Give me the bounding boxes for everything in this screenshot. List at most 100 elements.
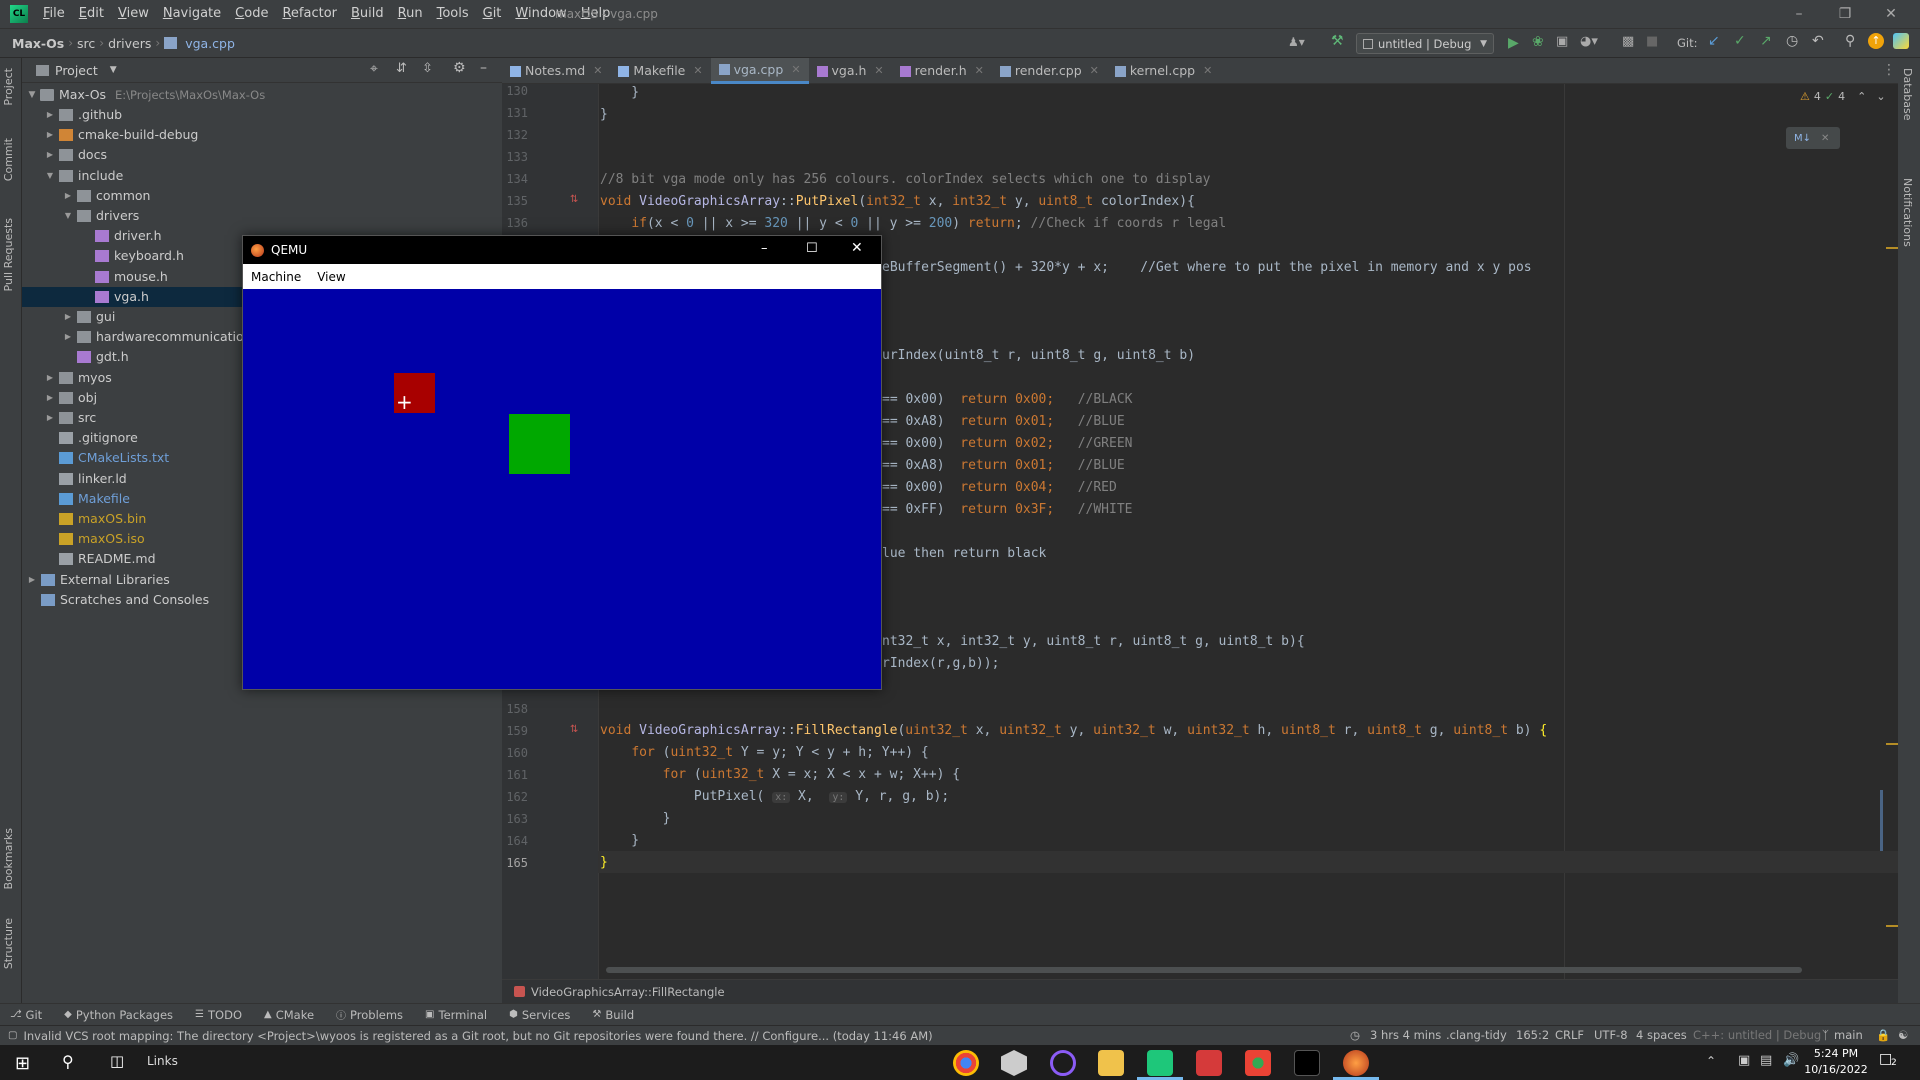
restore-button[interactable]: ❐ bbox=[1822, 0, 1868, 28]
clock-time[interactable]: 5:24 PM bbox=[1806, 1047, 1866, 1060]
git-push-icon[interactable]: ↗ bbox=[1760, 33, 1772, 49]
status-toggle-icon[interactable]: ▢ bbox=[8, 1030, 17, 1041]
status-message[interactable]: Invalid VCS root mapping: The directory … bbox=[23, 1029, 932, 1043]
file-encoding[interactable]: UTF-8 bbox=[1594, 1028, 1628, 1042]
chrome-profile-app-icon[interactable] bbox=[1245, 1050, 1271, 1076]
menu-edit[interactable]: Edit bbox=[72, 0, 111, 28]
terminal-app-icon[interactable] bbox=[1294, 1050, 1320, 1076]
qemu-app-icon[interactable] bbox=[1343, 1050, 1369, 1076]
tab-vga-h[interactable]: vga.h ✕ bbox=[809, 58, 892, 84]
tool-window-python-packages[interactable]: ◆ Python Packages bbox=[54, 1008, 185, 1022]
tree-item[interactable]: ▶ cmake-build-debug bbox=[22, 125, 502, 145]
cortana-app-icon[interactable] bbox=[1050, 1050, 1076, 1076]
chevron-right-icon[interactable]: ▶ bbox=[44, 105, 56, 125]
plugin-icon[interactable] bbox=[1893, 33, 1909, 49]
tree-root[interactable]: ▼ Max-Os E:\Projects\MaxOs\Max-Os bbox=[22, 85, 502, 105]
chevron-right-icon[interactable]: ▶ bbox=[62, 327, 74, 347]
menu-git[interactable]: Git bbox=[476, 0, 509, 28]
tab-vga-cpp[interactable]: vga.cpp ✕ bbox=[710, 57, 809, 84]
current-function[interactable]: VideoGraphicsArray::FillRectangle bbox=[531, 985, 725, 999]
close-tab-icon[interactable]: ✕ bbox=[693, 58, 702, 84]
inspection-widget[interactable]: ⚠ 4 ✓ 4 ⌃ ⌄ bbox=[1800, 90, 1886, 103]
hide-panel-icon[interactable]: – bbox=[480, 60, 487, 76]
inspector-icon[interactable]: ☯ bbox=[1898, 1028, 1908, 1042]
locate-icon[interactable]: ⌖ bbox=[370, 61, 378, 77]
close-tab-icon[interactable]: ✕ bbox=[1203, 58, 1212, 84]
menu-navigate[interactable]: Navigate bbox=[156, 0, 228, 28]
chevron-right-icon[interactable]: ▶ bbox=[44, 368, 56, 388]
tab-kernel-cpp[interactable]: kernel.cpp ✕ bbox=[1107, 58, 1220, 84]
tool-tab-notifications[interactable]: Notifications bbox=[1901, 178, 1914, 247]
qemu-menu-machine[interactable]: Machine bbox=[243, 270, 309, 284]
volume-icon[interactable]: 🔊 bbox=[1783, 1053, 1799, 1068]
collapse-all-icon[interactable]: ⇳ bbox=[422, 61, 433, 76]
user-icon[interactable]: ♟▾ bbox=[1288, 35, 1305, 49]
chevron-right-icon[interactable]: ▶ bbox=[62, 186, 74, 206]
qemu-menu-view[interactable]: View bbox=[309, 270, 353, 284]
coverage-icon[interactable]: ▣ bbox=[1556, 34, 1568, 49]
tool-window-problems[interactable]: ⓘ Problems bbox=[326, 1007, 415, 1023]
tree-item[interactable]: ▶ .github bbox=[22, 105, 502, 125]
history-icon[interactable]: ◷ bbox=[1786, 33, 1798, 49]
chevron-down-icon[interactable]: ▼ bbox=[62, 206, 74, 226]
menu-code[interactable]: Code bbox=[228, 0, 275, 28]
tool-window-services[interactable]: ⬢ Services bbox=[499, 1008, 582, 1022]
recorder-app-icon[interactable] bbox=[1196, 1050, 1222, 1076]
file-explorer-icon[interactable] bbox=[1098, 1050, 1124, 1076]
tool-window-git[interactable]: ⎇ Git bbox=[0, 1008, 54, 1022]
search-icon[interactable]: ⚲ bbox=[62, 1052, 74, 1071]
debug-icon[interactable]: ❀ bbox=[1532, 34, 1544, 50]
chevron-right-icon[interactable]: ▶ bbox=[44, 145, 56, 165]
tab-makefile[interactable]: Makefile ✕ bbox=[610, 58, 710, 84]
close-tab-icon[interactable]: ✕ bbox=[975, 58, 984, 84]
linter-status[interactable]: .clang-tidy bbox=[1446, 1028, 1507, 1042]
override-gutter-icon[interactable]: ⇅ bbox=[570, 724, 578, 735]
horizontal-scrollbar[interactable] bbox=[606, 967, 1802, 973]
more-tabs-icon[interactable]: ⋮ bbox=[1882, 62, 1896, 78]
run-icon[interactable]: ▶ bbox=[1508, 35, 1519, 51]
chrome-app-icon[interactable] bbox=[953, 1050, 979, 1076]
chevron-right-icon[interactable]: ▶ bbox=[26, 570, 38, 590]
markdown-preview-popup[interactable]: M↓ ✕ bbox=[1786, 127, 1840, 149]
close-tab-icon[interactable]: ✕ bbox=[874, 58, 883, 84]
tool-tab-database[interactable]: Database bbox=[1901, 68, 1914, 121]
line-ending[interactable]: CRLF bbox=[1555, 1028, 1584, 1042]
tray-expand-icon[interactable]: ⌃ bbox=[1706, 1054, 1716, 1068]
breadcrumb-drivers[interactable]: drivers bbox=[104, 36, 155, 51]
tray-app-icon[interactable]: ▣ bbox=[1738, 1053, 1750, 1068]
breadcrumb-src[interactable]: src bbox=[73, 36, 99, 51]
tool-window-cmake[interactable]: ▲ CMake bbox=[254, 1008, 326, 1022]
build-hammer-icon[interactable]: ⚒ bbox=[1331, 33, 1344, 49]
git-update-icon[interactable]: ↙ bbox=[1708, 33, 1720, 49]
indent-setting[interactable]: 4 spaces bbox=[1636, 1028, 1687, 1042]
tab-render-h[interactable]: render.h ✕ bbox=[892, 58, 992, 84]
tree-item[interactable]: ▶ docs bbox=[22, 145, 502, 165]
menu-build[interactable]: Build bbox=[344, 0, 391, 28]
caret-position[interactable]: 165:2 bbox=[1516, 1028, 1549, 1042]
rollback-icon[interactable]: ↶ bbox=[1812, 33, 1824, 49]
links-toolbar[interactable]: Links bbox=[147, 1054, 178, 1068]
override-gutter-icon[interactable]: ⇅ bbox=[570, 194, 578, 205]
tree-item[interactable]: ▼ drivers bbox=[22, 206, 502, 226]
chevron-down-icon[interactable]: ⌄ bbox=[1876, 90, 1885, 103]
project-view-select[interactable]: Project bbox=[55, 63, 98, 78]
tree-item[interactable]: ▶ common bbox=[22, 186, 502, 206]
menu-tools[interactable]: Tools bbox=[430, 0, 476, 28]
menu-file[interactable]: File bbox=[36, 0, 72, 28]
tab-notes-md[interactable]: Notes.md ✕ bbox=[502, 58, 610, 84]
tool-tab-project[interactable]: Project bbox=[2, 68, 15, 106]
git-branch[interactable]: main bbox=[1834, 1028, 1863, 1042]
profile-icon[interactable]: ◕▾ bbox=[1580, 34, 1598, 49]
search-icon[interactable]: ⚲ bbox=[1845, 33, 1855, 49]
chevron-down-icon[interactable]: ▼ bbox=[44, 166, 56, 186]
qemu-window[interactable]: QEMU – ☐ ✕ Machine View + bbox=[242, 235, 882, 690]
breadcrumb-project[interactable]: Max-Os bbox=[8, 36, 68, 51]
close-button[interactable]: ✕ bbox=[1868, 0, 1914, 28]
resolve-context[interactable]: C++: untitled | Debug bbox=[1693, 1028, 1821, 1042]
gear-icon[interactable]: ⚙ bbox=[453, 60, 466, 76]
breadcrumb-file[interactable]: vga.cpp bbox=[181, 36, 239, 51]
tool-window-build[interactable]: ⚒ Build bbox=[582, 1008, 646, 1022]
chevron-up-icon[interactable]: ⌃ bbox=[1857, 90, 1866, 103]
minimize-button[interactable]: – bbox=[1776, 0, 1822, 28]
close-tab-icon[interactable]: ✕ bbox=[791, 57, 800, 83]
